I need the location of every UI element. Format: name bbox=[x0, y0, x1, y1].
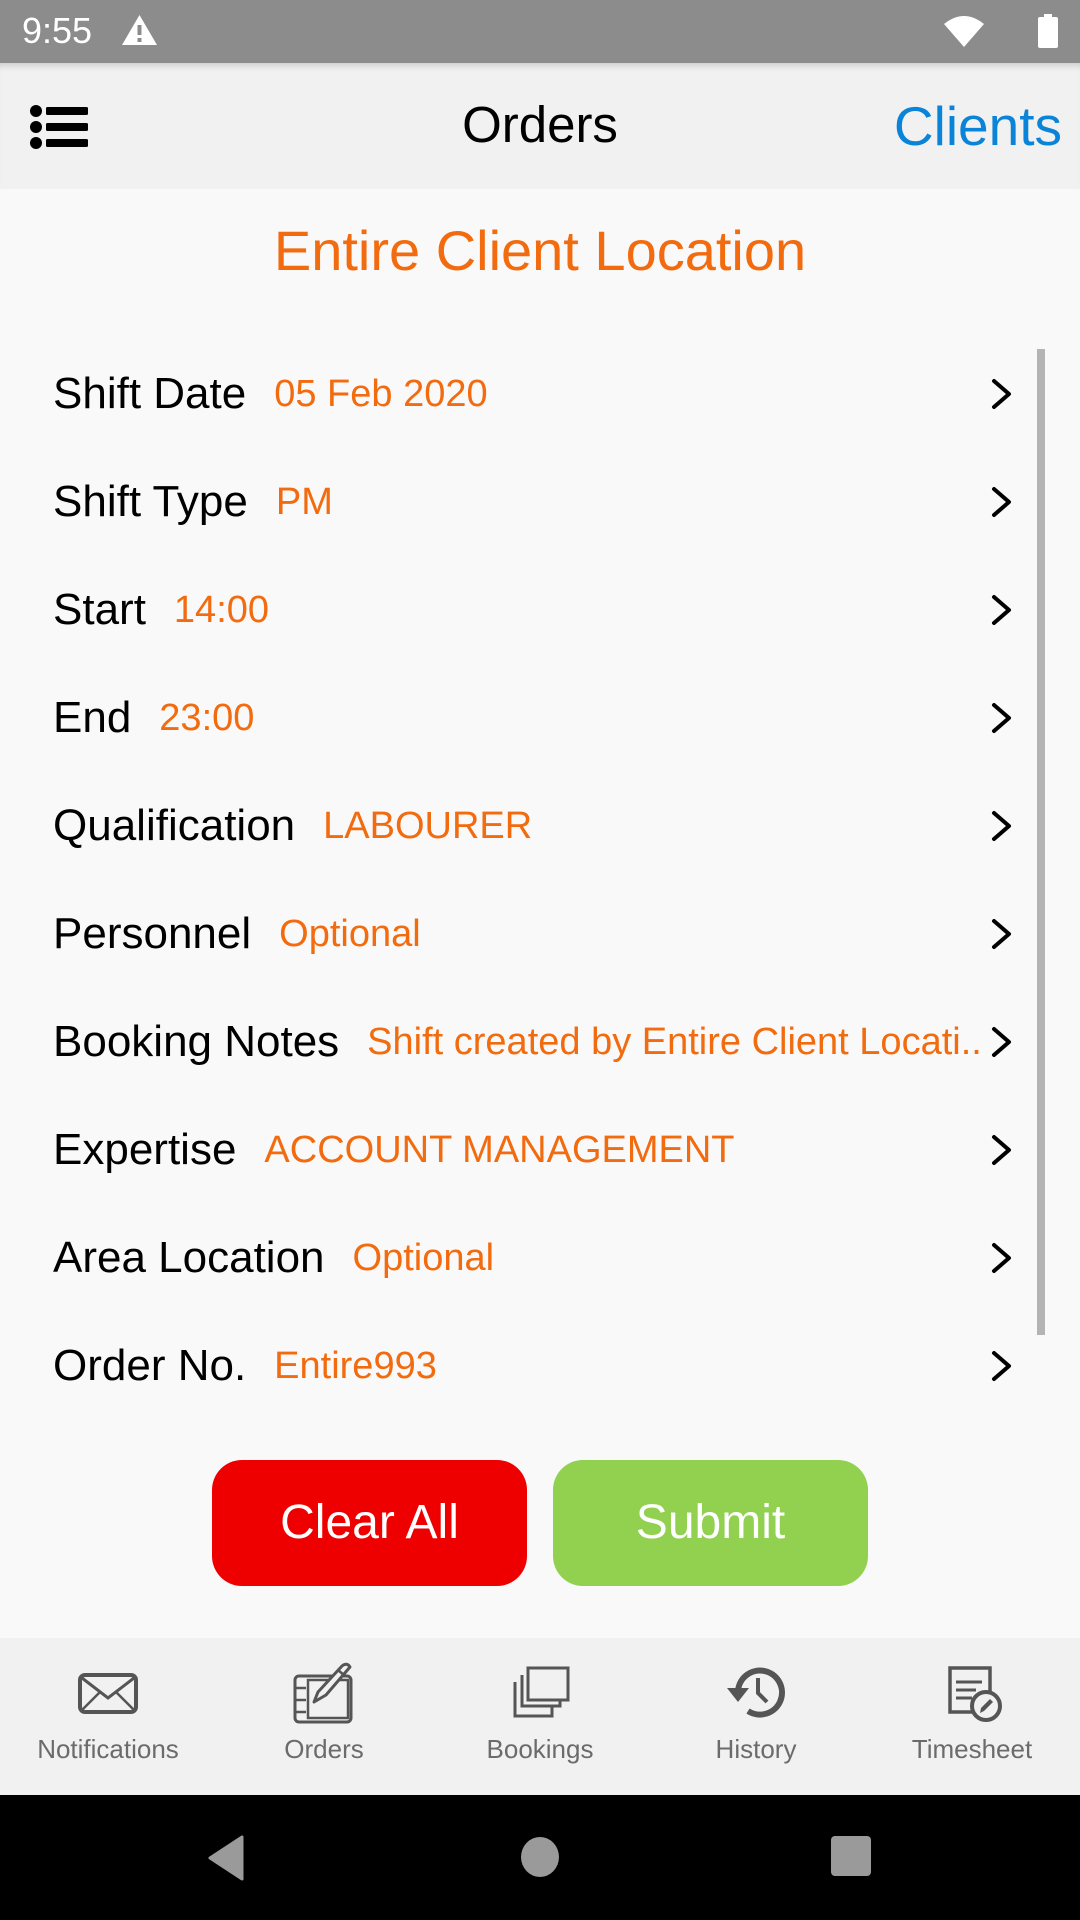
clear-all-button[interactable]: Clear All bbox=[212, 1460, 527, 1586]
back-icon[interactable] bbox=[206, 1835, 246, 1881]
chevron-right-icon bbox=[992, 487, 1011, 517]
row-value: Optional bbox=[352, 1236, 495, 1279]
form-row-end[interactable]: End 23:00 bbox=[0, 664, 1030, 772]
tablet-pen-icon bbox=[293, 1662, 353, 1724]
nav-item-notifications[interactable]: Notifications bbox=[0, 1638, 216, 1795]
chevron-right-icon bbox=[992, 703, 1011, 733]
row-label: Shift Date bbox=[53, 369, 247, 418]
form-row-shift-type[interactable]: Shift Type PM bbox=[0, 448, 1030, 556]
nav-label: Bookings bbox=[486, 1734, 594, 1764]
row-value: ACCOUNT MANAGEMENT bbox=[264, 1128, 735, 1171]
chevron-right-icon bbox=[992, 1027, 1011, 1057]
status-bar: 9:55 bbox=[0, 0, 1080, 63]
row-label: Area Location bbox=[53, 1233, 325, 1282]
form-row-expertise[interactable]: Expertise ACCOUNT MANAGEMENT bbox=[0, 1096, 1030, 1204]
form-row-qualification[interactable]: Qualification LABOURER bbox=[0, 772, 1030, 880]
stacked-windows-icon bbox=[513, 1666, 570, 1718]
nav-label: Orders bbox=[284, 1734, 364, 1764]
warning-icon bbox=[122, 15, 157, 45]
app-header: Orders Clients bbox=[0, 63, 1080, 189]
bottom-nav: Notifications Orders Bookings History Ti… bbox=[0, 1638, 1080, 1795]
row-value: LABOURER bbox=[323, 804, 533, 847]
form-row-order-no[interactable]: Order No. Entire993 bbox=[0, 1312, 1030, 1420]
chevron-right-icon bbox=[992, 595, 1011, 625]
chevron-right-icon bbox=[992, 919, 1011, 949]
nav-label: Notifications bbox=[37, 1734, 179, 1764]
row-value: Entire993 bbox=[274, 1344, 437, 1387]
form-row-booking-notes[interactable]: Booking Notes Shift created by Entire Cl… bbox=[0, 988, 1030, 1096]
nav-label: History bbox=[715, 1734, 797, 1764]
form-row-personnel[interactable]: Personnel Optional bbox=[0, 880, 1030, 988]
row-value: 14:00 bbox=[173, 588, 270, 631]
system-nav-bar bbox=[0, 1795, 1080, 1920]
row-value: 23:00 bbox=[159, 696, 255, 739]
submit-button[interactable]: Submit bbox=[553, 1460, 868, 1586]
row-label: End bbox=[53, 693, 132, 742]
location-title: Entire Client Location bbox=[273, 219, 807, 282]
nav-item-orders[interactable]: Orders bbox=[216, 1638, 432, 1795]
chevron-right-icon bbox=[992, 1135, 1011, 1165]
nav-item-timesheet[interactable]: Timesheet bbox=[864, 1638, 1080, 1795]
form-row-area-location[interactable]: Area Location Optional bbox=[0, 1204, 1030, 1312]
chevron-right-icon bbox=[992, 1351, 1011, 1381]
row-label: Booking Notes bbox=[53, 1017, 340, 1066]
row-label: Order No. bbox=[53, 1341, 247, 1390]
row-label: Expertise bbox=[53, 1125, 237, 1174]
row-label: Personnel bbox=[53, 909, 252, 958]
row-value: PM bbox=[275, 480, 333, 523]
form-row-shift-date[interactable]: Shift Date 05 Feb 2020 bbox=[0, 340, 1030, 448]
envelope-icon bbox=[78, 1673, 138, 1714]
battery-icon bbox=[1038, 14, 1058, 48]
row-value: 05 Feb 2020 bbox=[274, 372, 488, 415]
timesheet-edit-icon bbox=[948, 1666, 1002, 1722]
chevron-right-icon bbox=[992, 1243, 1011, 1273]
order-form-list: Shift Date 05 Feb 2020 Shift Type PM Sta… bbox=[0, 340, 1030, 1420]
scrollbar[interactable] bbox=[1037, 349, 1045, 1335]
nav-item-history[interactable]: History bbox=[648, 1638, 864, 1795]
row-label: Shift Type bbox=[53, 477, 248, 526]
form-row-start[interactable]: Start 14:00 bbox=[0, 556, 1030, 664]
history-clock-icon bbox=[727, 1667, 785, 1718]
status-time: 9:55 bbox=[22, 10, 93, 51]
wifi-icon bbox=[944, 16, 984, 47]
nav-label: Timesheet bbox=[911, 1734, 1033, 1764]
row-label: Qualification bbox=[53, 801, 296, 850]
chevron-right-icon bbox=[992, 811, 1011, 841]
row-value: Shift created by Entire Client Locati.. bbox=[367, 1020, 982, 1063]
row-label: Start bbox=[53, 585, 146, 634]
nav-item-bookings[interactable]: Bookings bbox=[432, 1638, 648, 1795]
home-icon[interactable] bbox=[520, 1835, 560, 1879]
clients-link[interactable]: Clients bbox=[894, 95, 1062, 157]
row-value: Optional bbox=[279, 912, 421, 955]
chevron-right-icon bbox=[992, 379, 1011, 409]
recents-icon[interactable] bbox=[830, 1835, 872, 1877]
